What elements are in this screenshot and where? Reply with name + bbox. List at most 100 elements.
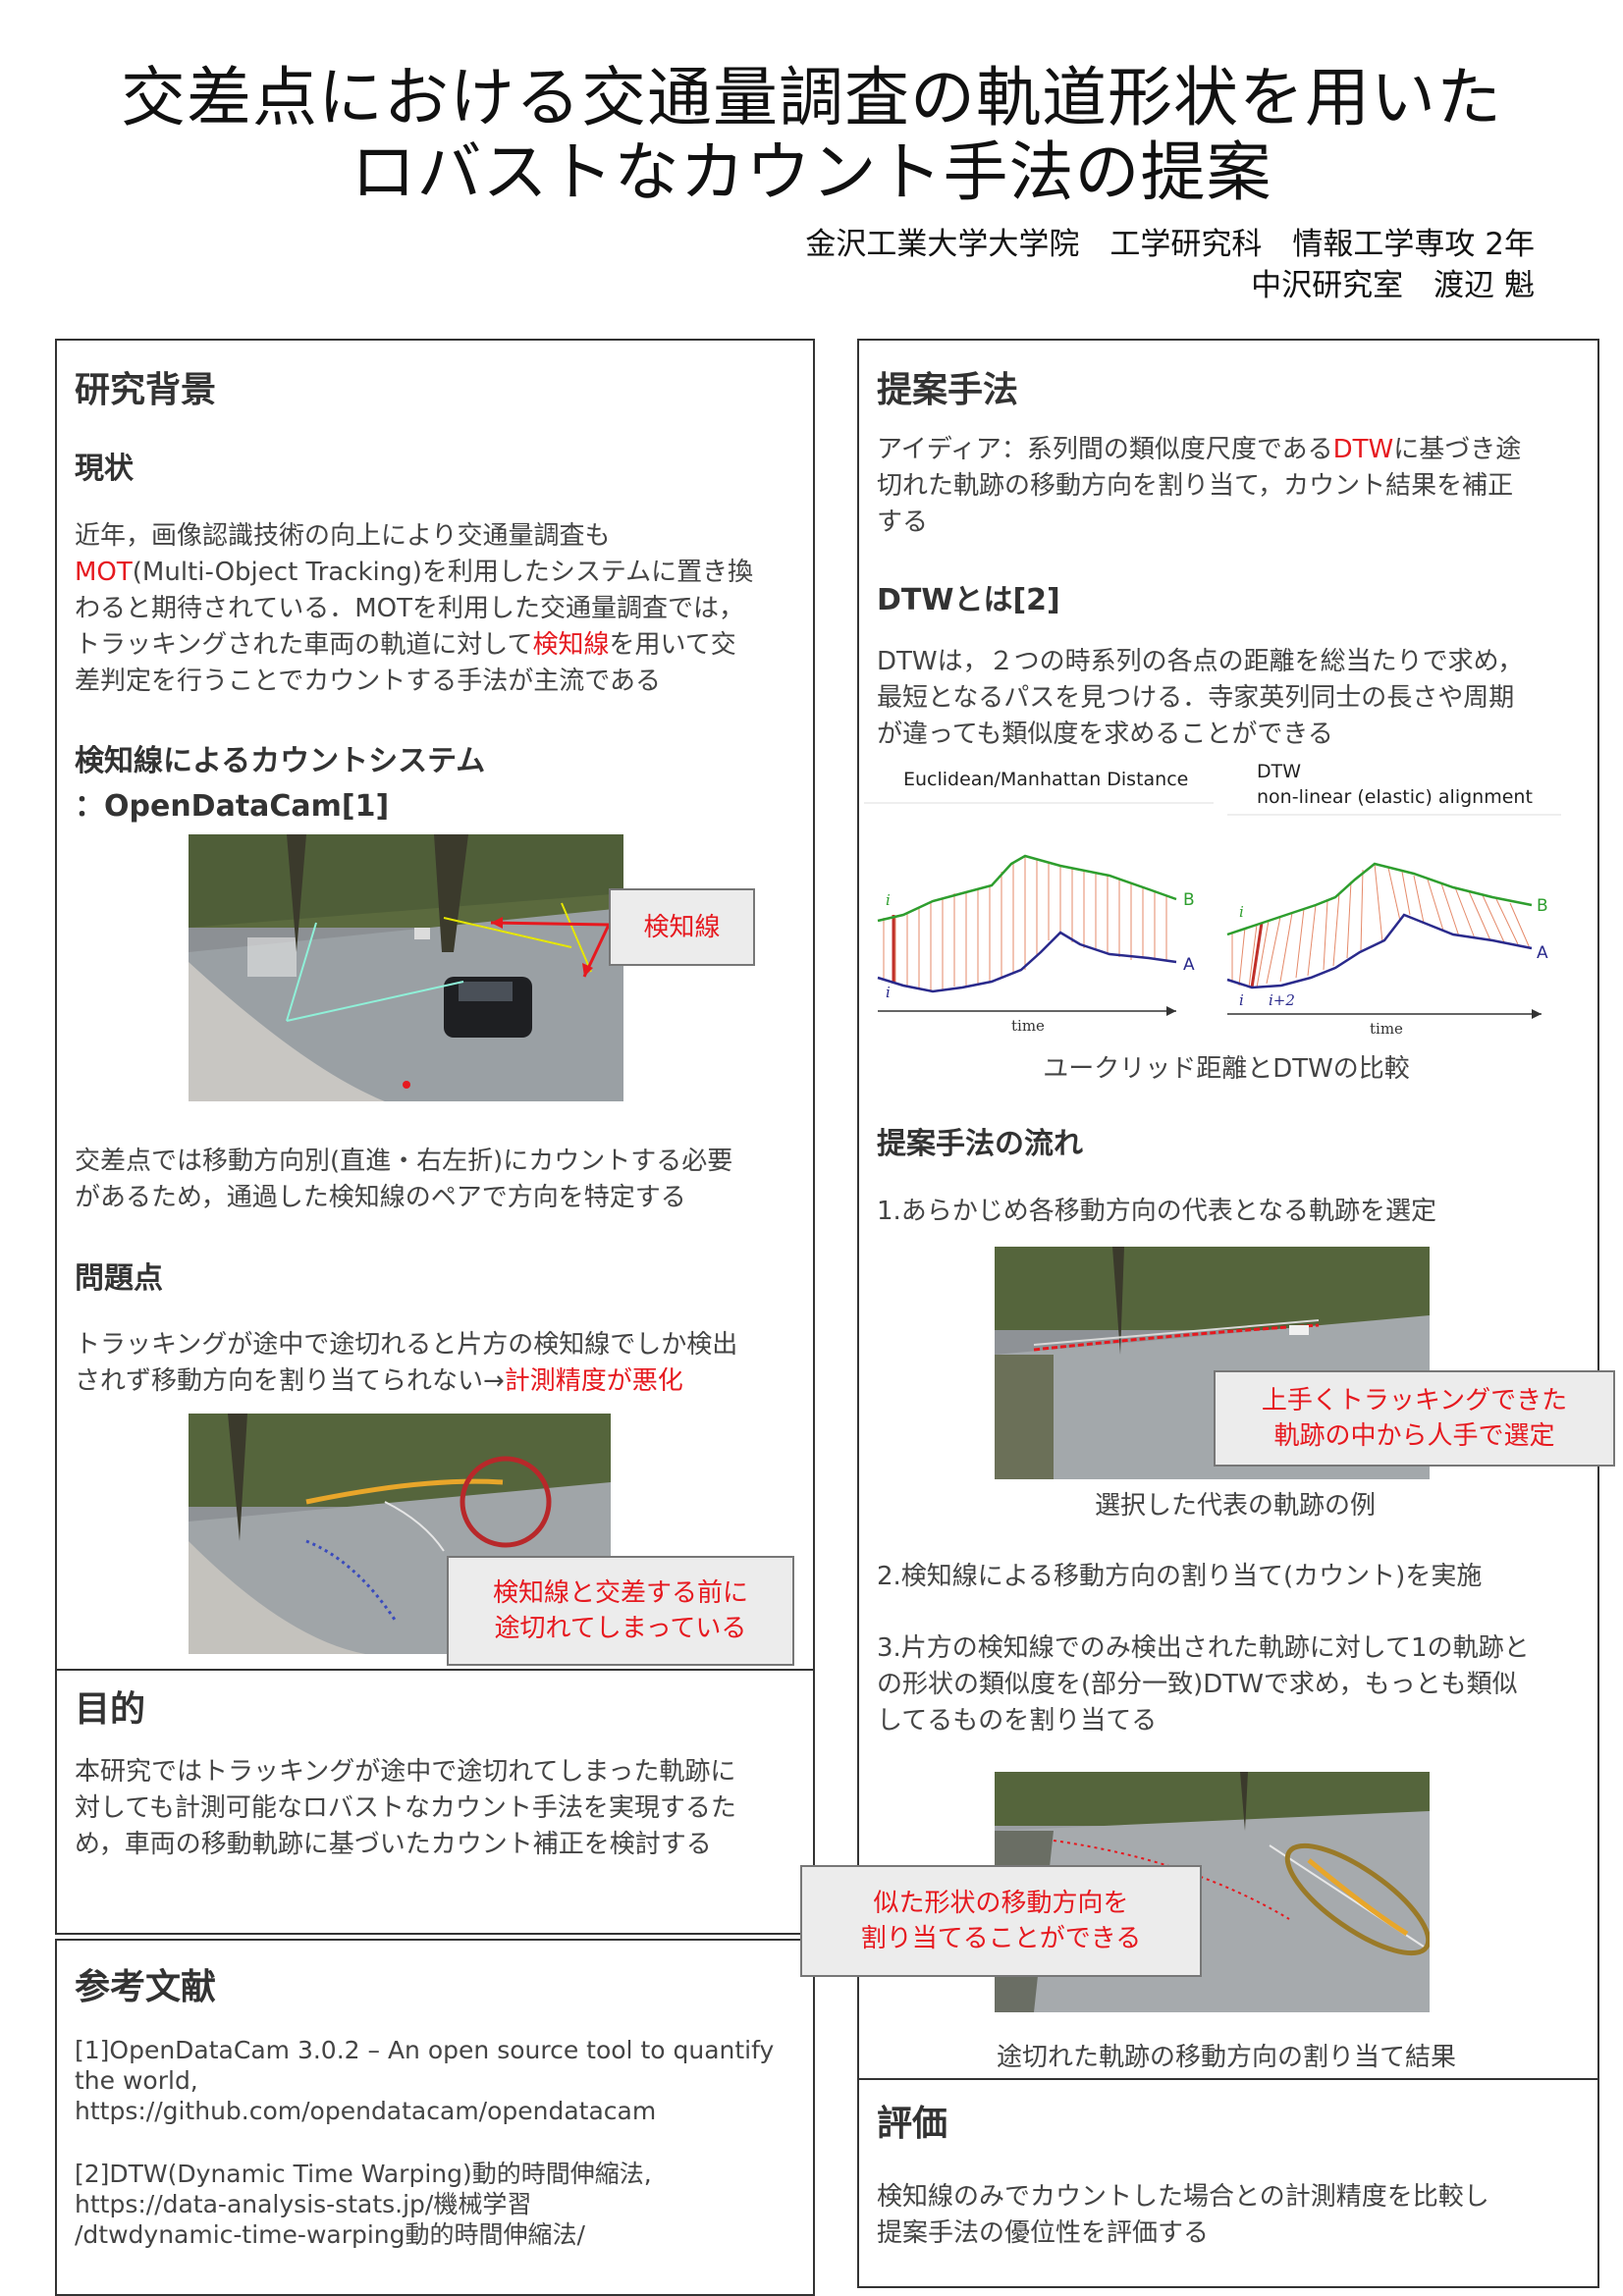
dtw-heading: DTWとは[2]	[877, 583, 1060, 617]
purpose-text: 本研究ではトラッキングが途中で途切れてしまった軌跡に 対しても計測可能なロバスト…	[75, 1754, 801, 1863]
purpose-heading: 目的	[75, 1689, 146, 1730]
accuracy-worse-highlight: 計測精度が悪化	[504, 1366, 683, 1396]
background-heading: 研究背景	[75, 370, 217, 410]
dtw-figure-caption: ユークリッド距離とDTWの比較	[1043, 1054, 1410, 1084]
assignment-callout-line: 似た形状の移動方向を	[873, 1889, 1129, 1918]
system-heading: 検知線によるカウントシステム ：OpenDataCam[1]	[75, 739, 485, 829]
fig-right-label-i-bottom: i	[1239, 991, 1244, 1009]
fig-left-time-label: time	[1011, 1017, 1045, 1035]
broken-tracking-callout-line: 検知線と交差する前に	[492, 1578, 748, 1608]
select-trajectory-callout-line: 軌跡の中から人手で選定	[1273, 1421, 1555, 1451]
fig-right-label-a: A	[1537, 943, 1548, 963]
current-text-line: 近年，画像認識技術の向上により交通量調査も	[75, 521, 611, 551]
evaluation-heading: 評価	[877, 2104, 948, 2144]
fig-left-label-i-bottom: i	[886, 984, 891, 1001]
problem-heading: 問題点	[75, 1261, 163, 1296]
reference-link[interactable]: https://github.com/opendatacam/opendatac…	[75, 2096, 806, 2126]
fig-right-label-i2: i+2	[1269, 991, 1295, 1009]
reference-line: the world,	[75, 2066, 198, 2095]
references-heading: 参考文献	[75, 1967, 217, 2007]
broken-tracking-callout: 検知線と交差する前に 途切れてしまっている	[447, 1556, 794, 1666]
current-text-line: トラッキングされた車両の軌道に対して検知線を用いて交	[75, 627, 801, 664]
idea-text-line: 切れた軌跡の移動方向を割り当て，カウント結果を補正	[877, 471, 1514, 501]
current-text-span: を用いて交	[609, 630, 736, 660]
problem-text-line: トラッキングが途中で途切れると片方の検知線でしか検出	[75, 1330, 738, 1360]
current-text-line: わると期待されている．MOTを利用した交通量調査では，	[75, 594, 744, 623]
method-heading: 提案手法	[877, 370, 1019, 410]
system-heading-line: ：OpenDataCam[1]	[75, 789, 390, 824]
purpose-text-line: 本研究ではトラッキングが途中で途切れてしまった軌跡に	[75, 1757, 736, 1787]
dtw-text-line: DTWは，２つの時系列の各点の距離を総当たりで求め，	[877, 647, 1524, 676]
system-text-line: があるため，通過した検知線のペアで方向を特定する	[75, 1183, 686, 1212]
title-line-2: ロバストなカウント手法の提案	[351, 134, 1272, 210]
reference-line: [2]DTW(Dynamic Time Warping)動的時間伸縮法,	[75, 2160, 652, 2188]
fig-left-label-i-top: i	[886, 891, 891, 909]
assignment-callout: 似た形状の移動方向を 割り当てることができる	[800, 1865, 1202, 1977]
idea-text-span: に基づき途	[1393, 435, 1522, 464]
reference-link[interactable]: https://data-analysis-stats.jp/機械学習	[75, 2189, 806, 2219]
step-3-line: してるものを割り当てる	[877, 1706, 1158, 1735]
reference-link[interactable]: /dtwdynamic-time-warping動的時間伸縮法/	[75, 2219, 806, 2250]
system-heading-line: 検知線によるカウントシステム	[75, 744, 486, 778]
purpose-text-line: め，車両の移動軌跡に基づいたカウント補正を検討する	[75, 1830, 712, 1859]
callout-arrows	[490, 917, 611, 978]
representative-trajectory-caption: 選択した代表の軌跡の例	[1094, 1491, 1376, 1521]
detect-line-callout-text: 検知線	[643, 912, 721, 942]
idea-text-span: アイディア：系列間の類似度尺度である	[877, 435, 1333, 464]
step-2: 2.検知線による移動方向の割り当て(カウント)を実施	[877, 1562, 1483, 1591]
fig-right-title-1: DTW	[1257, 761, 1301, 782]
step-3-line: の形状の類似度を(部分一致)DTWで求め，もっとも類似	[877, 1670, 1518, 1699]
current-text-span: (Multi-Object Tracking)を利用したシステムに置き換	[132, 558, 754, 587]
affiliation-line-2: 中沢研究室 渡辺 魁	[1251, 268, 1535, 303]
dtw-text-line: 最短となるパスを見つける．寺家英列同士の長さや周期	[877, 683, 1515, 713]
euclidean-chart: B A i i time	[877, 854, 1195, 1035]
current-text: 近年，画像認識技術の向上により交通量調査も MOT(Multi-Object T…	[75, 518, 801, 700]
mot-highlight: MOT	[75, 558, 133, 587]
poster-title: 交差点における交通量調査の軌道形状を用いた ロバストなカウント手法の提案	[0, 61, 1623, 210]
affiliation-line-1: 金沢工業大学大学院 工学研究科 情報工学専攻 2年	[805, 227, 1535, 262]
flow-heading: 提案手法の流れ	[877, 1127, 1083, 1161]
fig-left-title: Euclidean/Manhattan Distance	[903, 769, 1188, 790]
fig-right-time-label: time	[1370, 1020, 1403, 1036]
idea-text-line: する	[877, 507, 929, 537]
current-text-span: トラッキングされた車両の軌道に対して	[75, 630, 533, 660]
problem-text-line: されず移動方向を割り当てられない→計測精度が悪化	[75, 1363, 801, 1400]
purpose-text-line: 対しても計測可能なロバストなカウント手法を実現するた	[75, 1793, 736, 1823]
step-3-line: 3.片方の検知線でのみ検出された軌跡に対して1の軌跡と	[877, 1633, 1530, 1663]
dtw-text: DTWは，２つの時系列の各点の距離を総当たりで求め， 最短となるパスを見つける．…	[877, 644, 1584, 753]
select-trajectory-callout: 上手くトラッキングできた 軌跡の中から人手で選定	[1214, 1370, 1615, 1467]
problem-text: トラッキングが途中で途切れると片方の検知線でしか検出 されず移動方向を割り当てら…	[75, 1327, 801, 1400]
assignment-result-caption: 途切れた軌跡の移動方向の割り当て結果	[996, 2043, 1456, 2072]
reference-2: [2]DTW(Dynamic Time Warping)動的時間伸縮法, htt…	[75, 2159, 806, 2250]
assignment-callout-line: 割り当てることができる	[860, 1924, 1142, 1953]
detect-line-callout: 検知線	[609, 888, 755, 966]
evaluation-text-line: 検知線のみでカウントした場合との計測精度を比較し	[877, 2182, 1489, 2212]
title-line-1: 交差点における交通量調査の軌道形状を用いた	[121, 60, 1502, 135]
fig-right-label-b: B	[1537, 896, 1548, 916]
fig-left-label-a: A	[1183, 955, 1195, 975]
current-text-line: MOT(Multi-Object Tracking)を利用したシステムに置き換	[75, 555, 801, 591]
step-3: 3.片方の検知線でのみ検出された軌跡に対して1の軌跡と の形状の類似度を(部分一…	[877, 1630, 1584, 1739]
dtw-comparison-figure: Euclidean/Manhattan Distance DTW non-lin…	[864, 761, 1561, 1036]
dtw-chart: B A i i i+2 time	[1226, 862, 1548, 1036]
current-text-line: 差判定を行うことでカウントする手法が主流である	[75, 667, 661, 696]
fig-left-label-b: B	[1183, 890, 1195, 910]
reference-1: [1]OpenDataCam 3.0.2 – An open source to…	[75, 2035, 806, 2126]
current-heading: 現状	[75, 452, 134, 486]
detect-line-highlight: 検知線	[532, 630, 610, 660]
evaluation-text: 検知線のみでカウントした場合との計測精度を比較し 提案手法の優位性を評価する	[877, 2179, 1584, 2252]
broken-tracking-callout-line: 途切れてしまっている	[494, 1614, 747, 1643]
affiliation: 金沢工業大学大学院 工学研究科 情報工学専攻 2年 中沢研究室 渡辺 魁	[805, 224, 1535, 306]
step-1: 1.あらかじめ各移動方向の代表となる軌跡を選定	[877, 1197, 1437, 1226]
dtw-text-line: が違っても類似度を求めることができる	[877, 720, 1333, 749]
system-text: 交差点では移動方向別(直進・右左折)にカウントする必要 があるため，通過した検知…	[75, 1144, 801, 1216]
fig-right-title-2: non-linear (elastic) alignment	[1257, 786, 1533, 808]
select-trajectory-callout-line: 上手くトラッキングできた	[1261, 1386, 1568, 1415]
evaluation-text-line: 提案手法の優位性を評価する	[877, 2218, 1210, 2248]
reference-line: [1]OpenDataCam 3.0.2 – An open source to…	[75, 2036, 775, 2064]
idea-text-line: アイディア：系列間の類似度尺度であるDTWに基づき途	[877, 432, 1584, 468]
problem-text-span: されず移動方向を割り当てられない→	[75, 1366, 505, 1396]
system-text-line: 交差点では移動方向別(直進・右左折)にカウントする必要	[75, 1147, 733, 1176]
dtw-highlight: DTW	[1332, 435, 1394, 464]
fig-right-label-i-top: i	[1239, 903, 1244, 921]
